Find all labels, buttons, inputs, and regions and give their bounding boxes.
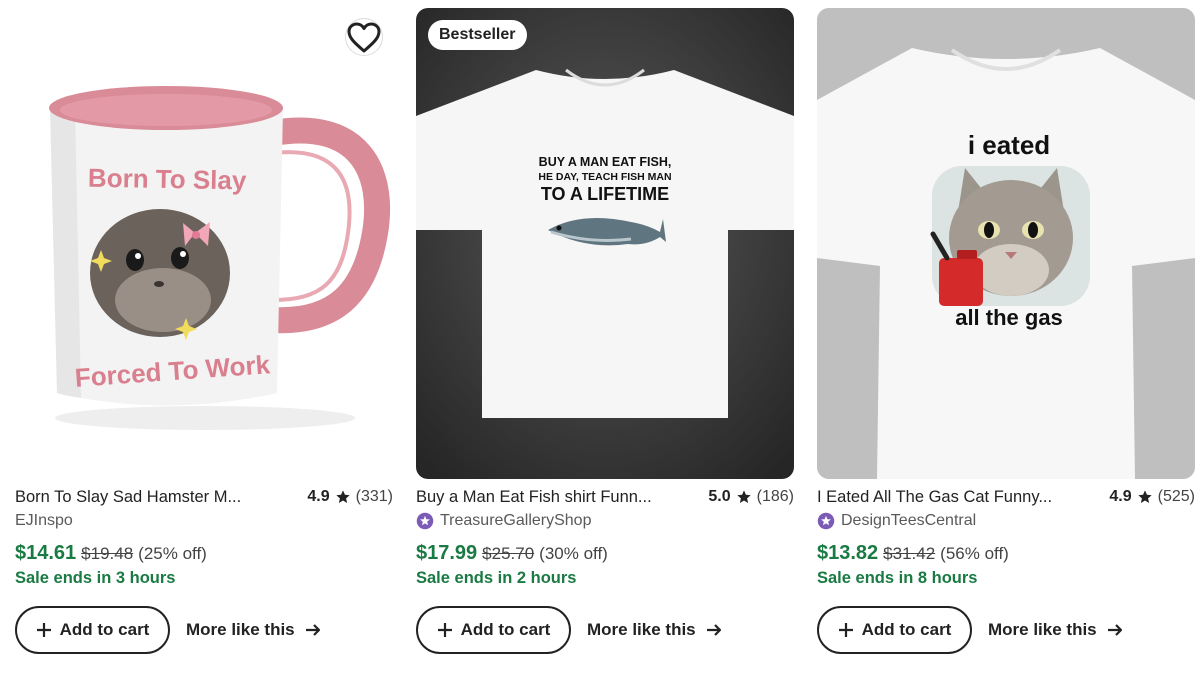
shirt-text-bottom: all the gas xyxy=(955,305,1063,330)
product-info: Buy a Man Eat Fish shirt Funn... 5.0 (18… xyxy=(416,486,794,591)
card-actions: Add to cart More like this xyxy=(15,606,321,654)
original-price: $19.48 xyxy=(81,544,134,563)
sale-ends-text: Sale ends in 2 hours xyxy=(416,569,577,587)
rating-score: 4.9 xyxy=(307,488,330,505)
star-icon xyxy=(335,490,350,503)
rating-count: (331) xyxy=(355,488,393,505)
add-to-cart-label: Add to cart xyxy=(460,620,551,639)
more-like-this-link[interactable]: More like this xyxy=(988,620,1123,640)
fish-shirt-image: BUY A MAN EAT FISH, HE DAY, TEACH FISH M… xyxy=(416,8,794,479)
plus-icon xyxy=(437,623,452,637)
shirt-text-top: i eated xyxy=(968,130,1050,160)
product-card[interactable]: BUY A MAN EAT FISH, HE DAY, TEACH FISH M… xyxy=(416,8,794,668)
product-title[interactable]: I Eated All The Gas Cat Funny... xyxy=(817,488,1052,507)
shop-name[interactable]: EJInspo xyxy=(15,512,73,530)
add-to-cart-button[interactable]: Add to cart xyxy=(817,606,972,654)
shirt-text-line3: TO A LIFETIME xyxy=(541,184,669,204)
star-icon xyxy=(1137,490,1152,503)
product-image[interactable]: Born To Slay Forced To Work xyxy=(15,8,393,479)
product-rating: 5.0 (186) xyxy=(708,488,794,506)
shop-name[interactable]: DesignTeesCentral xyxy=(841,512,976,530)
add-to-cart-label: Add to cart xyxy=(59,620,150,639)
star-seller-badge-icon xyxy=(416,512,434,530)
heart-outline-icon xyxy=(347,22,381,52)
sale-ends-text: Sale ends in 8 hours xyxy=(817,569,978,587)
product-title[interactable]: Buy a Man Eat Fish shirt Funn... xyxy=(416,488,652,507)
product-image[interactable]: i eated all the gas xyxy=(817,8,1195,479)
sale-ends-text: Sale ends in 3 hours xyxy=(15,569,176,587)
cat-shirt-image: i eated all the gas xyxy=(817,8,1195,479)
price-row: $17.99 $25.70 (30% off) xyxy=(416,542,794,566)
favorite-button[interactable] xyxy=(345,18,383,56)
discount-label: (30% off) xyxy=(539,544,608,563)
shirt-text-line2: HE DAY, TEACH FISH MAN xyxy=(538,171,671,183)
product-info: I Eated All The Gas Cat Funny... 4.9 (52… xyxy=(817,486,1195,591)
rating-score: 5.0 xyxy=(708,488,731,505)
product-image[interactable]: BUY A MAN EAT FISH, HE DAY, TEACH FISH M… xyxy=(416,8,794,479)
card-actions: Add to cart More like this xyxy=(817,606,1123,654)
shirt-text-line1: BUY A MAN EAT FISH, xyxy=(539,155,672,169)
star-seller-badge-icon xyxy=(817,512,835,530)
discount-label: (25% off) xyxy=(138,544,207,563)
shop-name-row: TreasureGalleryShop xyxy=(416,510,794,532)
shop-name[interactable]: TreasureGalleryShop xyxy=(440,512,591,530)
rating-count: (525) xyxy=(1157,488,1195,505)
add-to-cart-button[interactable]: Add to cart xyxy=(416,606,571,654)
rating-score: 4.9 xyxy=(1109,488,1132,505)
bestseller-badge: Bestseller xyxy=(428,20,527,50)
shop-name-row: EJInspo xyxy=(15,510,393,532)
plus-icon xyxy=(36,623,51,637)
product-rating: 4.9 (525) xyxy=(1109,488,1195,506)
rating-count: (186) xyxy=(756,488,794,505)
card-actions: Add to cart More like this xyxy=(416,606,722,654)
discount-label: (56% off) xyxy=(940,544,1009,563)
sale-price: $17.99 xyxy=(416,542,478,564)
more-like-this-link[interactable]: More like this xyxy=(186,620,321,640)
star-icon xyxy=(736,490,751,503)
sale-price: $14.61 xyxy=(15,542,77,564)
add-to-cart-label: Add to cart xyxy=(861,620,952,639)
product-card[interactable]: i eated all the gas I Eated All The Gas … xyxy=(817,8,1195,668)
product-title[interactable]: Born To Slay Sad Hamster M... xyxy=(15,488,241,507)
price-row: $13.82 $31.42 (56% off) xyxy=(817,542,1195,566)
sale-price: $13.82 xyxy=(817,542,879,564)
add-to-cart-button[interactable]: Add to cart xyxy=(15,606,170,654)
more-like-this-label: More like this xyxy=(587,620,696,639)
plus-icon xyxy=(838,623,853,637)
arrow-right-icon xyxy=(706,624,721,636)
mug-text-top: Born To Slay xyxy=(88,163,247,196)
product-info: Born To Slay Sad Hamster M... 4.9 (331) … xyxy=(15,486,393,591)
mug-image: Born To Slay Forced To Work xyxy=(15,8,393,479)
price-row: $14.61 $19.48 (25% off) xyxy=(15,542,393,566)
more-like-this-label: More like this xyxy=(186,620,295,639)
more-like-this-link[interactable]: More like this xyxy=(587,620,722,640)
arrow-right-icon xyxy=(1107,624,1122,636)
original-price: $25.70 xyxy=(482,544,535,563)
original-price: $31.42 xyxy=(883,544,936,563)
arrow-right-icon xyxy=(305,624,320,636)
shop-name-row: DesignTeesCentral xyxy=(817,510,1195,532)
more-like-this-label: More like this xyxy=(988,620,1097,639)
product-card[interactable]: Born To Slay Forced To Work Born To Slay… xyxy=(15,8,393,668)
product-rating: 4.9 (331) xyxy=(307,488,393,506)
cat-illustration xyxy=(930,166,1090,306)
